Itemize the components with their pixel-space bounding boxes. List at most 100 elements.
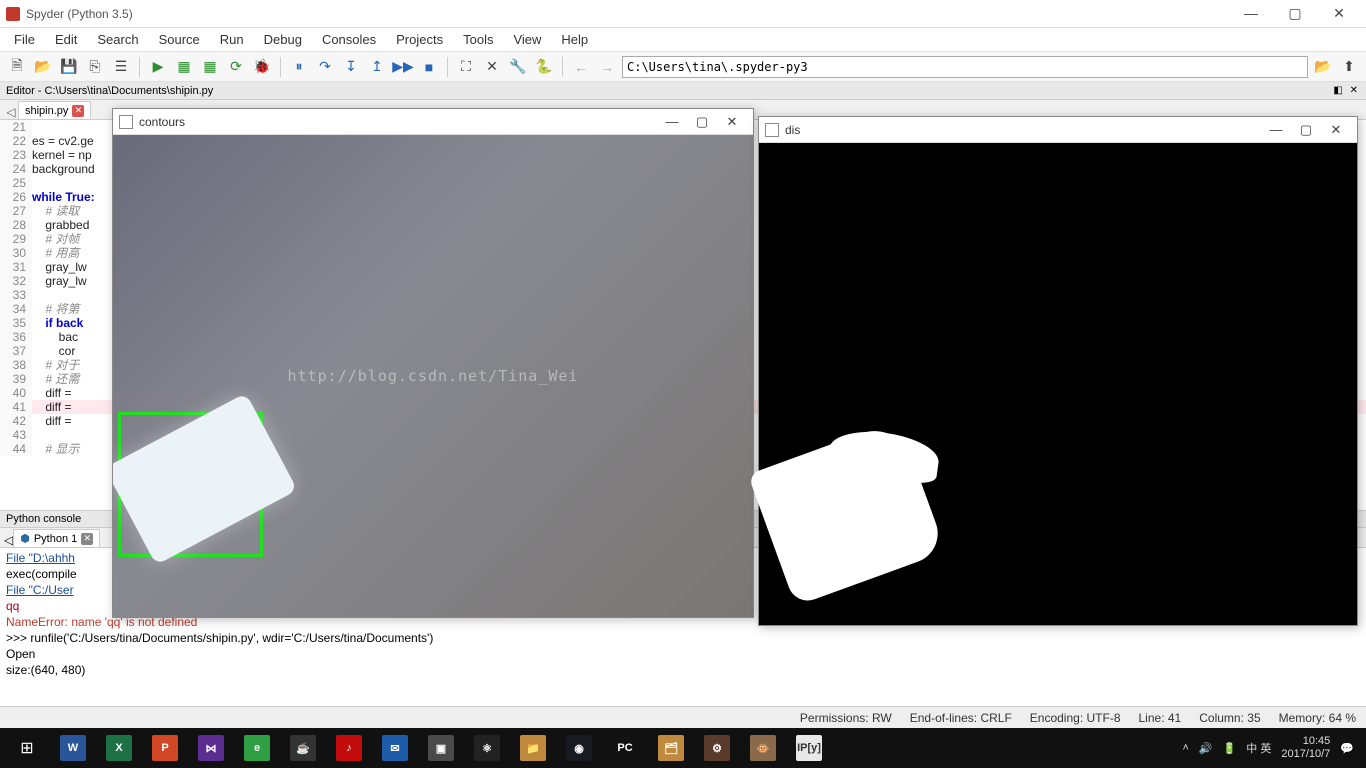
run-cell-advance-icon[interactable]: ▦ [199,56,221,78]
tab-prev-icon[interactable]: ◁ [4,105,18,119]
taskbar-vm-icon[interactable]: ▣ [418,729,464,767]
maximize-button[interactable]: ▢ [687,114,717,130]
start-button[interactable]: ⊞ [4,729,50,767]
tab-close-icon[interactable]: ✕ [81,533,93,545]
window-contours[interactable]: contours — ▢ ✕ http://blog.csdn.net/Tina… [112,108,754,618]
menu-view[interactable]: View [503,32,551,47]
taskbar-word-icon[interactable]: W [50,729,96,767]
taskbar-atom-icon[interactable]: ⚛ [464,729,510,767]
status-line: Line: 41 [1139,711,1182,725]
menu-help[interactable]: Help [551,32,598,47]
menu-search[interactable]: Search [87,32,148,47]
pane-controls[interactable]: ◧ ✕ [1333,85,1360,96]
taskbar-java-icon[interactable]: ☕ [280,729,326,767]
maximize-button[interactable]: ▢ [1291,122,1321,138]
maximize-pane-icon[interactable]: ⛶ [455,56,477,78]
debug-icon[interactable]: 🐞 [251,56,273,78]
taskbar-explorer-icon[interactable]: 🗂 [648,729,694,767]
detection-rect [118,412,263,557]
taskbar-powerpoint-icon[interactable]: P [142,729,188,767]
taskbar-app-icon[interactable]: ⚙ [694,729,740,767]
menu-debug[interactable]: Debug [254,32,312,47]
taskbar-folder-icon[interactable]: 📁 [510,729,556,767]
python-path-icon[interactable]: 🐍 [533,56,555,78]
tray-battery-icon[interactable]: 🔋 [1223,742,1237,755]
popup-title: contours [139,115,657,129]
separator [562,57,563,77]
list-icon[interactable]: ☰ [110,56,132,78]
close-button[interactable]: ✕ [1326,5,1352,22]
step-pause-icon[interactable]: ⏸ [288,56,310,78]
forward-icon[interactable]: → [596,56,618,78]
taskbar-360browser-icon[interactable]: e [234,729,280,767]
menu-source[interactable]: Source [149,32,210,47]
tray-chevron-icon[interactable]: ˄ [1182,742,1188,754]
maximize-button[interactable]: ▢ [1282,5,1308,22]
open-file-icon[interactable]: 📂 [32,56,54,78]
parent-dir-icon[interactable]: ⬆ [1338,56,1360,78]
window-dis[interactable]: dis — ▢ ✕ [758,116,1358,626]
menu-tools[interactable]: Tools [453,32,503,47]
taskbar-visualstudio-icon[interactable]: ⋈ [188,729,234,767]
minimize-button[interactable]: — [1238,5,1264,22]
tray-volume-icon[interactable]: 🔊 [1199,742,1213,755]
new-file-icon[interactable]: 🗎 [6,56,28,78]
tray-notifications-icon[interactable]: 💬 [1340,742,1354,755]
back-icon[interactable]: ← [570,56,592,78]
contours-image: http://blog.csdn.net/Tina_Wei [113,135,753,617]
console-line: size:(640, 480) [6,662,1360,678]
step-over-icon[interactable]: ↷ [314,56,336,78]
preferences-icon[interactable]: 🔧 [507,56,529,78]
taskbar-excel-icon[interactable]: X [96,729,142,767]
taskbar-thunderbird-icon[interactable]: ✉ [372,729,418,767]
taskbar-jupyter-icon[interactable]: IP[y] [786,729,832,767]
stop-icon[interactable]: ■ [418,56,440,78]
dis-image [759,143,1357,625]
taskbar-netease-icon[interactable]: ♪ [326,729,372,767]
console-line: >>> runfile('C:/Users/tina/Documents/shi… [6,630,1360,646]
detected-object [113,393,297,565]
status-memory: Memory: 64 % [1279,711,1356,725]
save-icon[interactable]: 💾 [58,56,80,78]
system-tray[interactable]: ˄ 🔊 🔋 中 英 10:452017/10/7 💬 [1182,735,1362,761]
tab-label: shipin.py [25,105,68,117]
console-tab-python1[interactable]: ⬢ Python 1 ✕ [13,529,100,547]
tray-ime-icon[interactable]: 中 英 [1246,740,1271,756]
minimize-button[interactable]: — [657,114,687,129]
browse-dir-icon[interactable]: 📂 [1312,56,1334,78]
save-all-icon[interactable]: ⎘ [84,56,106,78]
tray-clock[interactable]: 10:452017/10/7 [1281,735,1330,761]
working-dir-input[interactable] [622,56,1308,78]
menu-file[interactable]: File [4,32,45,47]
step-in-icon[interactable]: ↧ [340,56,362,78]
tab-prev-icon[interactable]: ◁ [4,533,13,547]
editor-tab-shipin[interactable]: shipin.py ✕ [18,101,91,119]
tab-close-icon[interactable]: ✕ [72,105,84,117]
minimize-button[interactable]: — [1261,122,1291,137]
menu-run[interactable]: Run [210,32,254,47]
taskbar-app-icon[interactable]: 🐵 [740,729,786,767]
continue-icon[interactable]: ▶▶ [392,56,414,78]
windows-taskbar: ⊞ W X P ⋈ e ☕ ♪ ✉ ▣ ⚛ 📁 ◉ PC 🗂 ⚙ 🐵 IP[y]… [0,728,1366,768]
console-line: Open [6,646,1360,662]
menu-edit[interactable]: Edit [45,32,87,47]
menu-projects[interactable]: Projects [386,32,453,47]
separator [447,57,448,77]
taskbar-steam-icon[interactable]: ◉ [556,729,602,767]
window-title: Spyder (Python 3.5) [26,7,1238,21]
popup-title-bar[interactable]: dis — ▢ ✕ [759,117,1357,143]
status-eol: End-of-lines: CRLF [910,711,1012,725]
close-button[interactable]: ✕ [1321,122,1351,138]
popup-title-bar[interactable]: contours — ▢ ✕ [113,109,753,135]
close-button[interactable]: ✕ [717,114,747,130]
run-selection-icon[interactable]: ⟳ [225,56,247,78]
step-out-icon[interactable]: ↥ [366,56,388,78]
menu-bar: File Edit Search Source Run Debug Consol… [0,28,1366,52]
run-cell-icon[interactable]: ▦ [173,56,195,78]
run-icon[interactable]: ▶ [147,56,169,78]
popup-title: dis [785,123,1261,137]
taskbar-pycharm-icon[interactable]: PC [602,729,648,767]
separator [139,57,140,77]
menu-consoles[interactable]: Consoles [312,32,386,47]
fullscreen-icon[interactable]: ✕ [481,56,503,78]
